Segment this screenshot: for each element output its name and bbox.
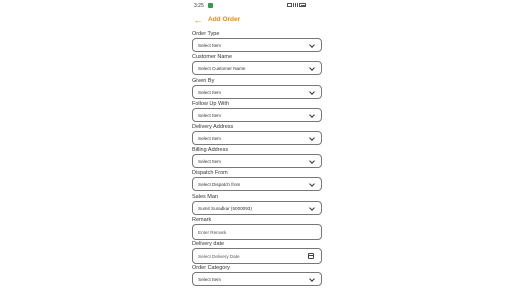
billing-address-dropdown[interactable]: Select Item (192, 154, 322, 168)
calendar-icon[interactable] (308, 252, 314, 259)
status-icons (287, 3, 306, 7)
field-label: Dispatch From (192, 170, 228, 176)
page-title: Add Order (208, 16, 241, 23)
chevron-down-icon (308, 205, 315, 212)
customer-name-dropdown[interactable]: Select Customer Name (192, 61, 322, 75)
field-label: Given By (192, 78, 215, 84)
dropdown-value: Select Item (198, 277, 221, 282)
sales-man-dropdown[interactable]: Sumit Suradkar (5000093) (192, 201, 322, 215)
order-category-dropdown[interactable]: Select Item (192, 272, 322, 286)
dropdown-value: Select Item (198, 159, 221, 164)
field-label: Customer Name (192, 54, 233, 60)
remark-placeholder: Enter Remark (198, 230, 227, 235)
delivery-date-picker[interactable]: Select Delivery Date (192, 248, 322, 264)
delivery-address-dropdown[interactable]: Select Item (192, 131, 322, 145)
chevron-down-icon (308, 135, 315, 142)
chevron-down-icon (308, 276, 315, 283)
chevron-down-icon (308, 181, 315, 188)
field-label: Sales Man (192, 194, 218, 200)
chevron-down-icon (308, 89, 315, 96)
arrow-left-icon[interactable]: ← (193, 15, 203, 25)
follow-up-with-dropdown[interactable]: Select Item (192, 108, 322, 122)
dropdown-value: Select Item (198, 136, 221, 141)
battery-icon (299, 3, 306, 7)
given-by-dropdown[interactable]: Select Item (192, 85, 322, 99)
dropdown-value: Select Item (198, 113, 221, 118)
remark-input[interactable]: Enter Remark (192, 224, 322, 240)
order-type-dropdown[interactable]: Select Item (192, 38, 322, 52)
delivery-date-placeholder: Select Delivery Date (198, 254, 240, 259)
app-bar: ← Add Order (188, 14, 328, 28)
field-label: Order Category (192, 265, 230, 271)
status-time: 3:25 (194, 3, 204, 9)
field-label: Follow Up With (192, 101, 229, 107)
dropdown-value: Select Item (198, 43, 221, 48)
field-label: Remark (192, 217, 212, 223)
chevron-down-icon (308, 65, 315, 72)
field-label: Delivery Address (192, 124, 234, 130)
field-label: Delivery date (192, 241, 225, 247)
field-label: Order Type (192, 31, 220, 37)
phone-screen: 3:25 ← Add Order Order Type Select Item … (188, 0, 328, 288)
sim-icon (287, 3, 292, 7)
dropdown-value: Select Item (198, 90, 221, 95)
signal-icon (293, 3, 298, 7)
dropdown-value: Select Customer Name (198, 66, 246, 71)
chevron-down-icon (308, 42, 315, 49)
dropdown-value: Select Dispatch from (198, 182, 241, 187)
chevron-down-icon (308, 112, 315, 119)
dropdown-value: Sumit Suradkar (5000093) (198, 206, 252, 211)
dispatch-from-dropdown[interactable]: Select Dispatch from (192, 177, 322, 191)
chevron-down-icon (308, 158, 315, 165)
field-label: Billing Address (192, 147, 229, 153)
app-notification-icon (208, 3, 213, 8)
status-bar: 3:25 (188, 2, 328, 11)
